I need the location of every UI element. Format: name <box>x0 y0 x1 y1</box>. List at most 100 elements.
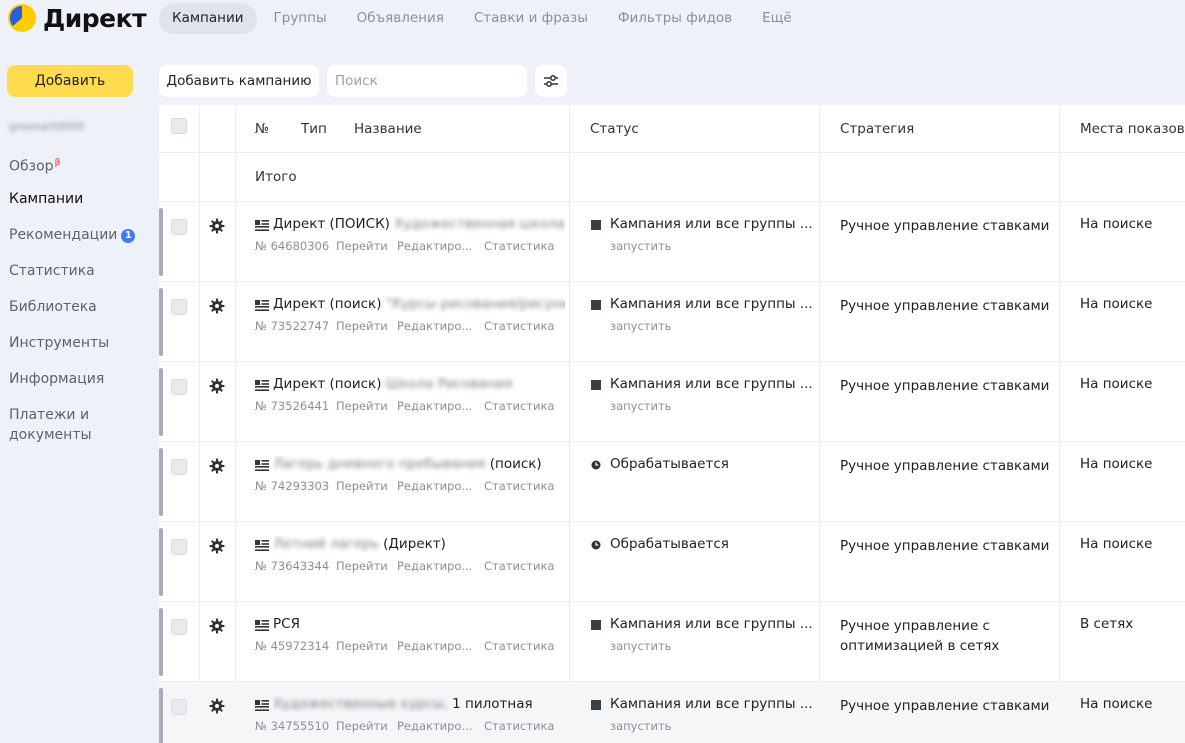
campaign-name[interactable]: Директ (поиск) Школа Рисования <box>273 376 565 392</box>
status-text: Кампания или все группы ... <box>610 616 813 632</box>
gear-icon[interactable] <box>209 218 225 234</box>
filter-settings-button[interactable] <box>535 65 567 97</box>
tab-feed-filters[interactable]: Фильтры фидов <box>605 3 745 34</box>
table-row[interactable]: Директ (поиск) Школа Рисования № 7352644… <box>159 362 1185 442</box>
statistics-link[interactable]: Статистика <box>484 319 554 333</box>
go-link[interactable]: Перейти <box>336 639 388 653</box>
go-link[interactable]: Перейти <box>336 399 388 413</box>
row-checkbox[interactable] <box>171 459 187 475</box>
sidebar-item-payments-documents[interactable]: Платежи и документы <box>9 404 109 452</box>
campaign-name-suffix: 1 пилотная <box>452 696 533 712</box>
row-accent-bar <box>159 608 163 676</box>
tab-more[interactable]: Ещё <box>749 3 805 34</box>
campaign-id: № 73643344 <box>255 559 330 573</box>
add-button[interactable]: Добавить <box>7 65 133 97</box>
go-link[interactable]: Перейти <box>336 479 388 493</box>
row-checkbox[interactable] <box>171 219 187 235</box>
row-checkbox[interactable] <box>171 619 187 635</box>
edit-link[interactable]: Редактиро... <box>397 239 472 253</box>
table-row[interactable]: Летний лагерь (Директ) № 73643344 Перейт… <box>159 522 1185 602</box>
stopped-square-icon <box>591 380 601 390</box>
go-link[interactable]: Перейти <box>336 719 388 733</box>
header-places[interactable]: Места показов <box>1080 121 1185 137</box>
edit-link[interactable]: Редактиро... <box>397 719 472 733</box>
header-name[interactable]: Название <box>354 121 422 137</box>
campaign-name[interactable]: Летний лагерь (Директ) <box>273 536 565 552</box>
tab-campaigns[interactable]: Кампании <box>159 3 257 34</box>
go-link[interactable]: Перейти <box>336 319 388 333</box>
text-campaign-type-icon <box>255 300 269 311</box>
select-all-checkbox[interactable] <box>171 118 187 134</box>
edit-link[interactable]: Редактиро... <box>397 479 472 493</box>
logo[interactable]: Директ <box>7 2 147 34</box>
sidebar-item-overview[interactable]: Обзорβ <box>9 152 149 188</box>
campaign-name[interactable]: Художественные курсы, 1 пилотная <box>273 696 565 712</box>
sliders-icon <box>544 75 558 87</box>
gear-icon[interactable] <box>209 378 225 394</box>
campaign-name-hidden: "Курсы рисования/рисунка" <box>385 296 565 312</box>
username[interactable]: greenart0000 <box>9 120 84 133</box>
edit-link[interactable]: Редактиро... <box>397 399 472 413</box>
header-status[interactable]: Статус <box>590 121 639 137</box>
row-checkbox[interactable] <box>171 699 187 715</box>
go-link[interactable]: Перейти <box>336 239 388 253</box>
sidebar-item-label: Кампании <box>9 191 84 207</box>
campaign-name-prefix: РСЯ <box>273 616 300 632</box>
tab-bids-phrases[interactable]: Ставки и фразы <box>461 3 601 34</box>
statistics-link[interactable]: Статистика <box>484 239 554 253</box>
row-checkbox[interactable] <box>171 299 187 315</box>
tab-ads[interactable]: Объявления <box>344 3 457 34</box>
sidebar-item-label: Библиотека <box>9 299 97 315</box>
launch-link[interactable]: запустить <box>610 319 671 333</box>
gear-icon[interactable] <box>209 698 225 714</box>
strategy-text: Ручное управление ставками <box>840 298 1050 314</box>
statistics-link[interactable]: Статистика <box>484 399 554 413</box>
sidebar-item-statistics[interactable]: Статистика <box>9 260 149 296</box>
statistics-link[interactable]: Статистика <box>484 479 554 493</box>
statistics-link[interactable]: Статистика <box>484 719 554 733</box>
gear-icon[interactable] <box>209 618 225 634</box>
row-checkbox[interactable] <box>171 379 187 395</box>
placements-text: На поиске <box>1080 216 1153 232</box>
sidebar-item-library[interactable]: Библиотека <box>9 296 149 332</box>
add-campaign-button[interactable]: Добавить кампанию <box>159 65 319 97</box>
launch-link[interactable]: запустить <box>610 639 671 653</box>
statistics-link[interactable]: Статистика <box>484 639 554 653</box>
header-number[interactable]: № <box>255 121 269 137</box>
gear-icon[interactable] <box>209 538 225 554</box>
gear-icon[interactable] <box>209 298 225 314</box>
campaign-id: № 74293303 <box>255 479 330 493</box>
sidebar-item-information[interactable]: Информация <box>9 368 149 404</box>
text-campaign-type-icon <box>255 220 269 231</box>
campaign-name[interactable]: Директ (поиск) "Курсы рисования/рисунка" <box>273 296 565 312</box>
edit-link[interactable]: Редактиро... <box>397 319 472 333</box>
row-checkbox[interactable] <box>171 539 187 555</box>
campaign-name[interactable]: Лагерь дневного пребывания (поиск) <box>273 456 565 472</box>
edit-link[interactable]: Редактиро... <box>397 559 472 573</box>
launch-link[interactable]: запустить <box>610 719 671 733</box>
tab-groups[interactable]: Группы <box>261 3 340 34</box>
table-row[interactable]: Художественные курсы, 1 пилотная № 34755… <box>159 682 1185 743</box>
sidebar-item-tools[interactable]: Инструменты <box>9 332 149 368</box>
table-row[interactable]: Директ (поиск) "Курсы рисования/рисунка"… <box>159 282 1185 362</box>
sidebar-item-label: Обзор <box>9 158 54 175</box>
campaign-name[interactable]: Директ (ПОИСК) Художественная школа Ut <box>273 216 565 232</box>
search-input[interactable] <box>327 65 527 97</box>
gear-icon[interactable] <box>209 458 225 474</box>
launch-link[interactable]: запустить <box>610 239 671 253</box>
edit-link[interactable]: Редактиро... <box>397 639 472 653</box>
launch-link[interactable]: запустить <box>610 399 671 413</box>
header-strategy[interactable]: Стратегия <box>840 121 914 137</box>
sidebar-item-campaigns[interactable]: Кампании <box>9 188 149 224</box>
campaign-name[interactable]: РСЯ <box>273 616 565 632</box>
strategy-text: Ручное управление ставками <box>840 458 1050 474</box>
table-row[interactable]: РСЯ № 45972314 Перейти Редактиро... Стат… <box>159 602 1185 682</box>
table-row[interactable]: Директ (ПОИСК) Художественная школа Ut №… <box>159 202 1185 282</box>
table-row[interactable]: Лагерь дневного пребывания (поиск) № 742… <box>159 442 1185 522</box>
strategy-text: Ручное управление ставками <box>840 538 1050 554</box>
go-link[interactable]: Перейти <box>336 559 388 573</box>
sidebar-item-recommendations[interactable]: Рекомендации 1 <box>9 224 149 260</box>
statistics-link[interactable]: Статистика <box>484 559 554 573</box>
text-campaign-type-icon <box>255 700 269 711</box>
header-type[interactable]: Тип <box>301 121 327 137</box>
